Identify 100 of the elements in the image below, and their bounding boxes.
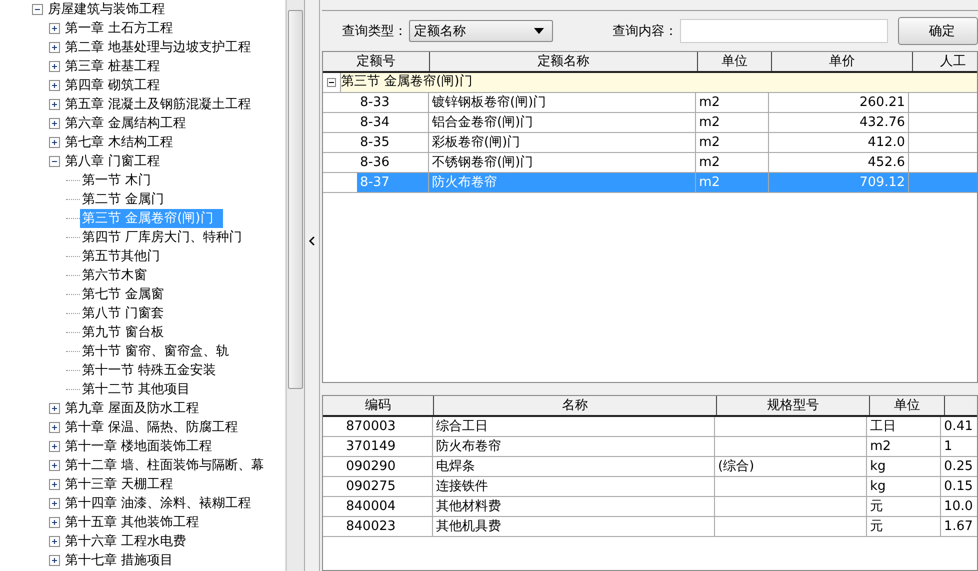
expander-icon[interactable] xyxy=(49,517,60,528)
scrollbar[interactable] xyxy=(286,0,304,571)
tree-item[interactable]: 第九节 窗台板 xyxy=(80,323,166,342)
table-cell: 432.76 xyxy=(769,113,909,132)
tree-item[interactable]: 第六节木窗 xyxy=(80,266,149,285)
tree-item[interactable]: 第二章 地基处理与边坡支护工程 xyxy=(63,38,254,57)
tree-item[interactable]: 第十二章 墙、柱面装饰与隔断、幕 xyxy=(63,456,266,475)
column-header[interactable]: 人工 xyxy=(913,52,977,71)
expander-icon[interactable] xyxy=(49,156,60,167)
tree-item[interactable]: 第十章 保温、隔热、防腐工程 xyxy=(63,418,240,437)
expander-icon[interactable] xyxy=(49,460,60,471)
tree-item[interactable]: 第六章 金属结构工程 xyxy=(63,114,188,133)
table-cell: 370149 xyxy=(343,437,433,456)
table-cell: 电焊条 xyxy=(433,457,715,476)
confirm-button[interactable]: 确定 xyxy=(898,17,978,45)
expander-icon[interactable] xyxy=(49,555,60,566)
tree-item[interactable]: 第五节其他门 xyxy=(80,247,162,266)
tree-item[interactable]: 第十二节 其他项目 xyxy=(80,380,192,399)
tree-item[interactable]: 房屋建筑与装饰工程 xyxy=(46,0,167,19)
table-cell: m2 xyxy=(696,93,769,112)
expander-icon[interactable] xyxy=(49,118,60,129)
table-cell: 8-33 xyxy=(357,93,429,112)
query-content-field[interactable] xyxy=(680,19,888,43)
tree-item[interactable]: 第一章 土石方工程 xyxy=(63,19,176,38)
query-content-label: 查询内容： xyxy=(612,23,678,40)
query-type-dropdown[interactable]: 定额名称 xyxy=(409,20,553,42)
expander-icon[interactable] xyxy=(49,42,60,53)
tree-item[interactable]: 第七节 金属窗 xyxy=(80,285,166,304)
expander-icon[interactable] xyxy=(49,479,60,490)
column-header[interactable]: 单位 xyxy=(870,396,945,415)
table-cell: 8-36 xyxy=(357,153,429,172)
tree-item[interactable]: 第十一章 楼地面装饰工程 xyxy=(63,437,214,456)
column-header[interactable]: 规格型号 xyxy=(717,396,870,415)
tree-item[interactable]: 第一节 木门 xyxy=(80,171,154,190)
table-cell: 10.0 xyxy=(941,497,977,516)
table-cell: 840004 xyxy=(343,497,433,516)
column-header[interactable]: 单位 xyxy=(698,52,772,71)
table-cell: 870003 xyxy=(343,417,433,436)
tree-item[interactable]: 第五章 混凝土及钢筋混凝土工程 xyxy=(63,95,254,114)
table-cell: 8-34 xyxy=(357,113,429,132)
expander-icon[interactable] xyxy=(49,61,60,72)
column-header[interactable]: 名称 xyxy=(434,396,717,415)
tree-item[interactable]: 第十一节 特殊五金安装 xyxy=(80,361,218,380)
table-cell: 工日 xyxy=(867,417,941,436)
tree-item[interactable]: 第二节 金属门 xyxy=(80,190,166,209)
expander-icon[interactable] xyxy=(49,498,60,509)
column-header[interactable]: 定额名称 xyxy=(430,52,698,71)
table-row[interactable]: 8-35 彩板卷帘(闸)门 m2 412.0 xyxy=(323,133,977,153)
expander-icon[interactable] xyxy=(49,403,60,414)
table-cell: m2 xyxy=(867,437,941,456)
tree-item[interactable]: 第十三章 天棚工程 xyxy=(63,475,176,494)
table-cell: m2 xyxy=(696,153,769,172)
column-header[interactable]: 编码 xyxy=(323,396,434,415)
table-cell: 彩板卷帘(闸)门 xyxy=(429,133,696,152)
tree-item[interactable]: 第四节 厂库房大门、特种门 xyxy=(80,228,244,247)
table-cell: 0.25 xyxy=(941,457,977,476)
query-type-label: 查询类型： xyxy=(342,23,407,40)
scrollbar-thumb[interactable] xyxy=(288,10,304,389)
table-cell: 不锈钢卷帘(闸)门 xyxy=(429,153,696,172)
table-cell: 260.21 xyxy=(769,93,909,112)
table-cell: 452.6 xyxy=(769,153,909,172)
tree-item[interactable]: 第三章 桩基工程 xyxy=(63,57,162,76)
expander-icon[interactable] xyxy=(32,4,43,15)
table-cell: 镀锌钢板卷帘(闸)门 xyxy=(429,93,696,112)
column-header[interactable]: 定额号 xyxy=(323,52,430,71)
table-cell: 元 xyxy=(867,497,941,516)
tree-item[interactable]: 第十六章 工程水电费 xyxy=(63,532,188,551)
expander-icon[interactable] xyxy=(49,99,60,110)
table-cell: m2 xyxy=(696,133,769,152)
expander-icon[interactable] xyxy=(49,137,60,148)
table-cell: 1.67 xyxy=(941,517,977,536)
table-row[interactable]: 8-33 镀锌钢板卷帘(闸)门 m2 260.21 xyxy=(323,93,977,113)
expander-icon[interactable] xyxy=(49,80,60,91)
tree-item[interactable]: 第十七章 措施项目 xyxy=(63,551,176,570)
expander-icon[interactable] xyxy=(49,536,60,547)
table-cell: 连接铁件 xyxy=(433,477,715,496)
table-cell: 090275 xyxy=(343,477,433,496)
tree-item[interactable]: 第十四章 油漆、涂料、裱糊工程 xyxy=(63,494,254,513)
table-cell: 综合工日 xyxy=(433,417,715,436)
collapse-icon[interactable] xyxy=(327,78,336,87)
expander-icon[interactable] xyxy=(49,422,60,433)
tree-item[interactable]: 第七章 木结构工程 xyxy=(63,133,176,152)
table-cell: 709.12 xyxy=(769,173,909,192)
tree-item[interactable]: 第八节 门窗套 xyxy=(80,304,166,323)
tree-item[interactable]: 第八章 门窗工程 xyxy=(63,152,162,171)
tree-item[interactable]: 第四章 砌筑工程 xyxy=(63,76,162,95)
table-cell: 8-35 xyxy=(357,133,429,152)
tree-item[interactable]: 第十节 窗帘、窗帘盒、轨 xyxy=(80,342,232,361)
table-cell: m2 xyxy=(696,173,769,192)
column-header[interactable]: 单价 xyxy=(772,52,913,71)
table-cell: kg xyxy=(867,477,941,496)
table-row[interactable]: 8-34 铝合金卷帘(闸)门 m2 432.76 xyxy=(323,113,977,133)
table-cell: 铝合金卷帘(闸)门 xyxy=(429,113,696,132)
expander-icon[interactable] xyxy=(49,441,60,452)
group-row[interactable]: 第三节 金属卷帘(闸)门 xyxy=(340,73,977,92)
expander-icon[interactable] xyxy=(49,23,60,34)
tree-item[interactable]: 第九章 屋面及防水工程 xyxy=(63,399,202,418)
table-cell: 防火布卷帘 xyxy=(429,173,696,192)
table-cell: 8-37 xyxy=(357,173,429,192)
tree-item[interactable]: 第十五章 其他装饰工程 xyxy=(63,513,202,532)
